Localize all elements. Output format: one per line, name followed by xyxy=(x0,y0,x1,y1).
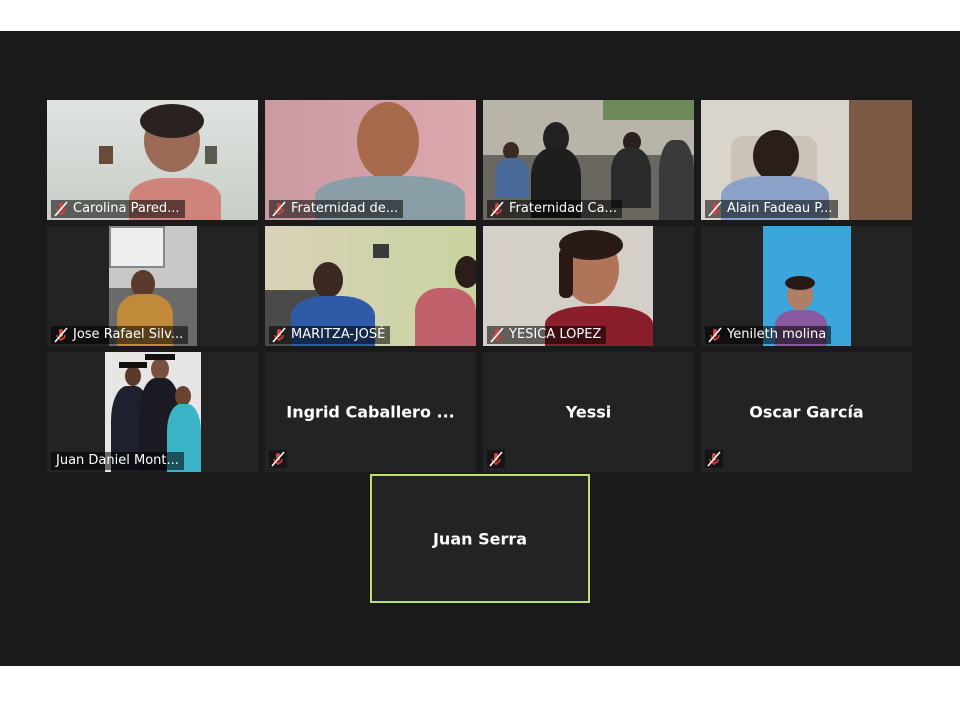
participant-tile[interactable]: Ingrid Caballero ... xyxy=(265,352,476,472)
muted-mic-icon xyxy=(272,327,286,343)
participant-name-label: Yenileth molina xyxy=(705,326,832,344)
muted-mic-icon xyxy=(489,451,503,467)
participant-name: Yenileth molina xyxy=(727,327,827,342)
muted-mic-icon xyxy=(54,327,68,343)
participant-tile[interactable]: Juan Daniel Mont... xyxy=(47,352,258,472)
participant-tile[interactable]: Fraternidad de... xyxy=(265,100,476,220)
muted-mic-icon xyxy=(490,201,504,217)
active-speaker-tile[interactable]: Juan Serra xyxy=(370,474,590,603)
muted-mic-icon xyxy=(271,451,285,467)
mic-status xyxy=(487,450,505,468)
participant-tile[interactable]: Alain Fadeau P... xyxy=(701,100,912,220)
participant-tile[interactable]: Oscar García xyxy=(701,352,912,472)
muted-mic-icon xyxy=(707,451,721,467)
participant-tile[interactable]: Yenileth molina xyxy=(701,226,912,346)
participant-name-label: YESICA LOPEZ xyxy=(487,326,607,344)
participant-name: Juan Daniel Mont... xyxy=(56,453,179,468)
muted-mic-icon xyxy=(708,201,722,217)
participant-name: Jose Rafael Silv... xyxy=(73,327,184,342)
participant-name-label: Fraternidad Ca... xyxy=(487,200,622,218)
participant-name: Fraternidad Ca... xyxy=(509,201,617,216)
participant-tile[interactable]: MARITZA-JOSÉ xyxy=(265,226,476,346)
participant-name: Fraternidad de... xyxy=(291,201,399,216)
participant-name-label: Fraternidad de... xyxy=(269,200,404,218)
participant-name-label: Juan Daniel Mont... xyxy=(51,452,184,470)
mic-status xyxy=(269,450,287,468)
participant-name: YESICA LOPEZ xyxy=(509,327,602,342)
mic-status xyxy=(705,450,723,468)
participant-name: Ingrid Caballero ... xyxy=(286,402,455,422)
muted-mic-icon xyxy=(490,327,504,343)
participant-name-label: Alain Fadeau P... xyxy=(705,200,838,218)
muted-mic-icon xyxy=(272,201,286,217)
participant-tile[interactable]: Carolina Pared... xyxy=(47,100,258,220)
participant-name: Yessi xyxy=(565,402,612,422)
participant-name-label: MARITZA-JOSÉ xyxy=(269,326,391,344)
active-speaker-name: Juan Serra xyxy=(432,529,528,548)
participant-name-label: Jose Rafael Silv... xyxy=(51,326,189,344)
participant-name: Carolina Pared... xyxy=(73,201,180,216)
participant-tile[interactable]: Fraternidad Ca... xyxy=(483,100,694,220)
participant-name: MARITZA-JOSÉ xyxy=(291,327,386,342)
participant-name-label: Carolina Pared... xyxy=(51,200,185,218)
participant-tile[interactable]: Jose Rafael Silv... xyxy=(47,226,258,346)
participant-name: Oscar García xyxy=(749,402,864,422)
muted-mic-icon xyxy=(708,327,722,343)
participant-tile[interactable]: Yessi xyxy=(483,352,694,472)
participant-tile[interactable]: YESICA LOPEZ xyxy=(483,226,694,346)
participant-name: Alain Fadeau P... xyxy=(727,201,833,216)
muted-mic-icon xyxy=(54,201,68,217)
